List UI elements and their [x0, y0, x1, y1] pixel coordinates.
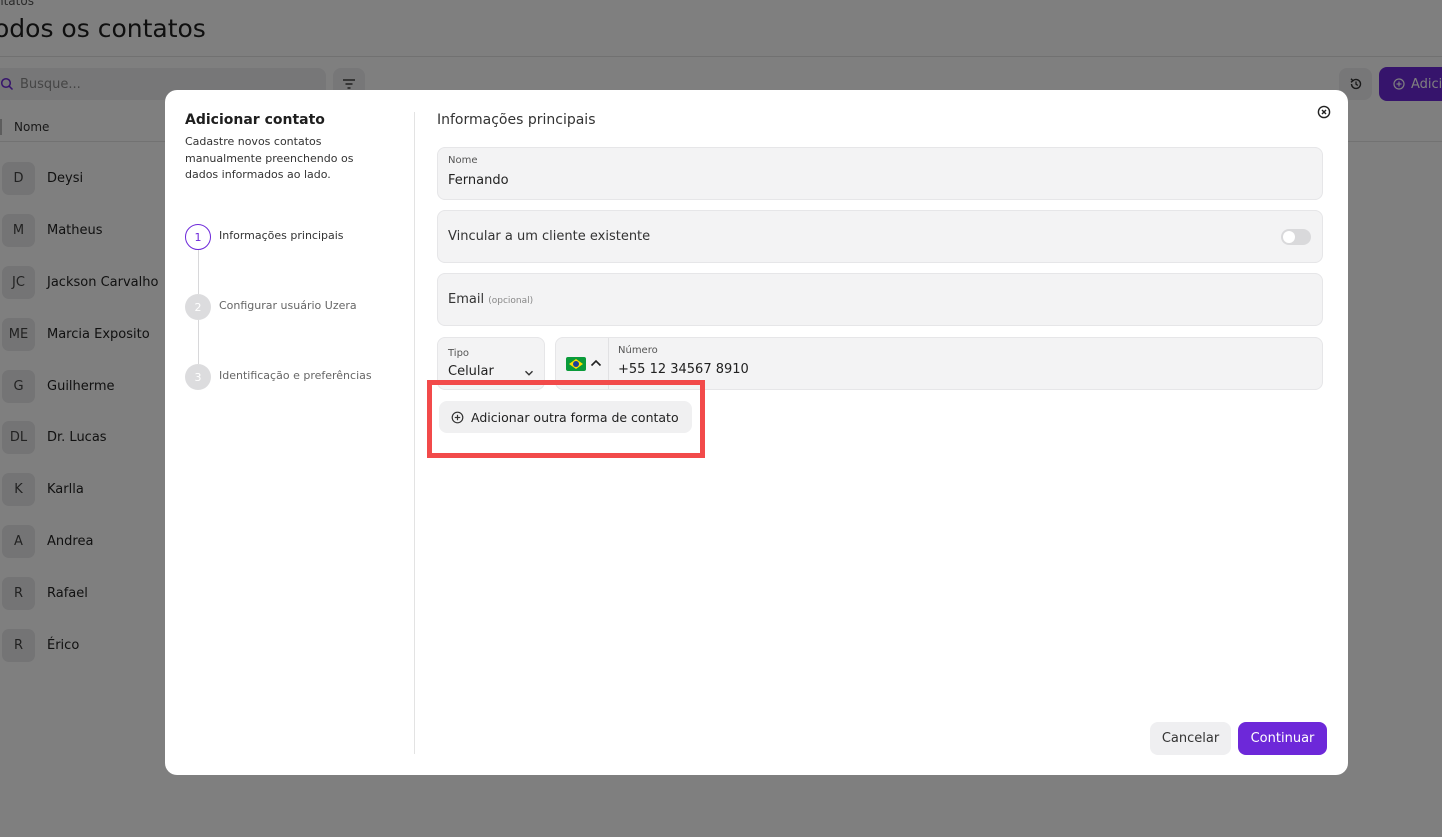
toggle-knob [1283, 231, 1295, 243]
brazil-flag-icon[interactable] [566, 357, 586, 371]
phone-field-value[interactable]: +55 12 34567 8910 [618, 362, 749, 377]
step-label: Configurar usuário Uzera [219, 299, 357, 312]
continue-button[interactable]: Continuar [1238, 722, 1327, 755]
link-client-field[interactable]: Vincular a um cliente existente [437, 210, 1323, 263]
modal-description: Cadastre novos contatos manualmente pree… [185, 135, 354, 181]
step-1[interactable]: 1 Informações principais [185, 224, 344, 250]
chevron-up-icon[interactable] [590, 358, 602, 368]
type-field-value: Celular [448, 364, 494, 379]
form-section: Informações principais Nome Fernando Vin… [437, 112, 1323, 433]
email-label-text: Email [448, 292, 485, 307]
highlight-annotation [427, 380, 705, 458]
link-client-label: Vincular a um cliente existente [448, 229, 651, 244]
phone-field-label: Número [618, 345, 658, 356]
name-field[interactable]: Nome Fernando [437, 147, 1323, 200]
step-connector [198, 250, 199, 294]
type-field-label: Tipo [448, 348, 470, 359]
email-field[interactable]: Email (opcional) [437, 273, 1323, 326]
step-number: 3 [185, 364, 211, 390]
chevron-down-icon [525, 370, 533, 376]
step-number: 2 [185, 294, 211, 320]
step-label: Identificação e preferências [219, 369, 372, 382]
section-title: Informações principais [437, 112, 596, 128]
modal-sidebar: Adicionar contato Cadastre novos contato… [185, 112, 385, 390]
add-contact-modal: Adicionar contato Cadastre novos contato… [165, 90, 1348, 775]
step-connector [198, 320, 199, 364]
step-number: 1 [185, 224, 211, 250]
email-field-label: Email (opcional) [448, 292, 533, 307]
modal-title: Adicionar contato [185, 112, 325, 128]
name-field-label: Nome [448, 155, 478, 166]
modal-divider [414, 112, 415, 754]
step-3[interactable]: 3 Identificação e preferências [185, 364, 372, 390]
link-client-toggle[interactable] [1281, 229, 1311, 245]
cancel-button[interactable]: Cancelar [1150, 722, 1231, 755]
optional-hint: (opcional) [488, 296, 534, 306]
step-2[interactable]: 2 Configurar usuário Uzera [185, 294, 357, 320]
step-label: Informações principais [219, 229, 344, 242]
name-field-value[interactable]: Fernando [448, 173, 509, 188]
